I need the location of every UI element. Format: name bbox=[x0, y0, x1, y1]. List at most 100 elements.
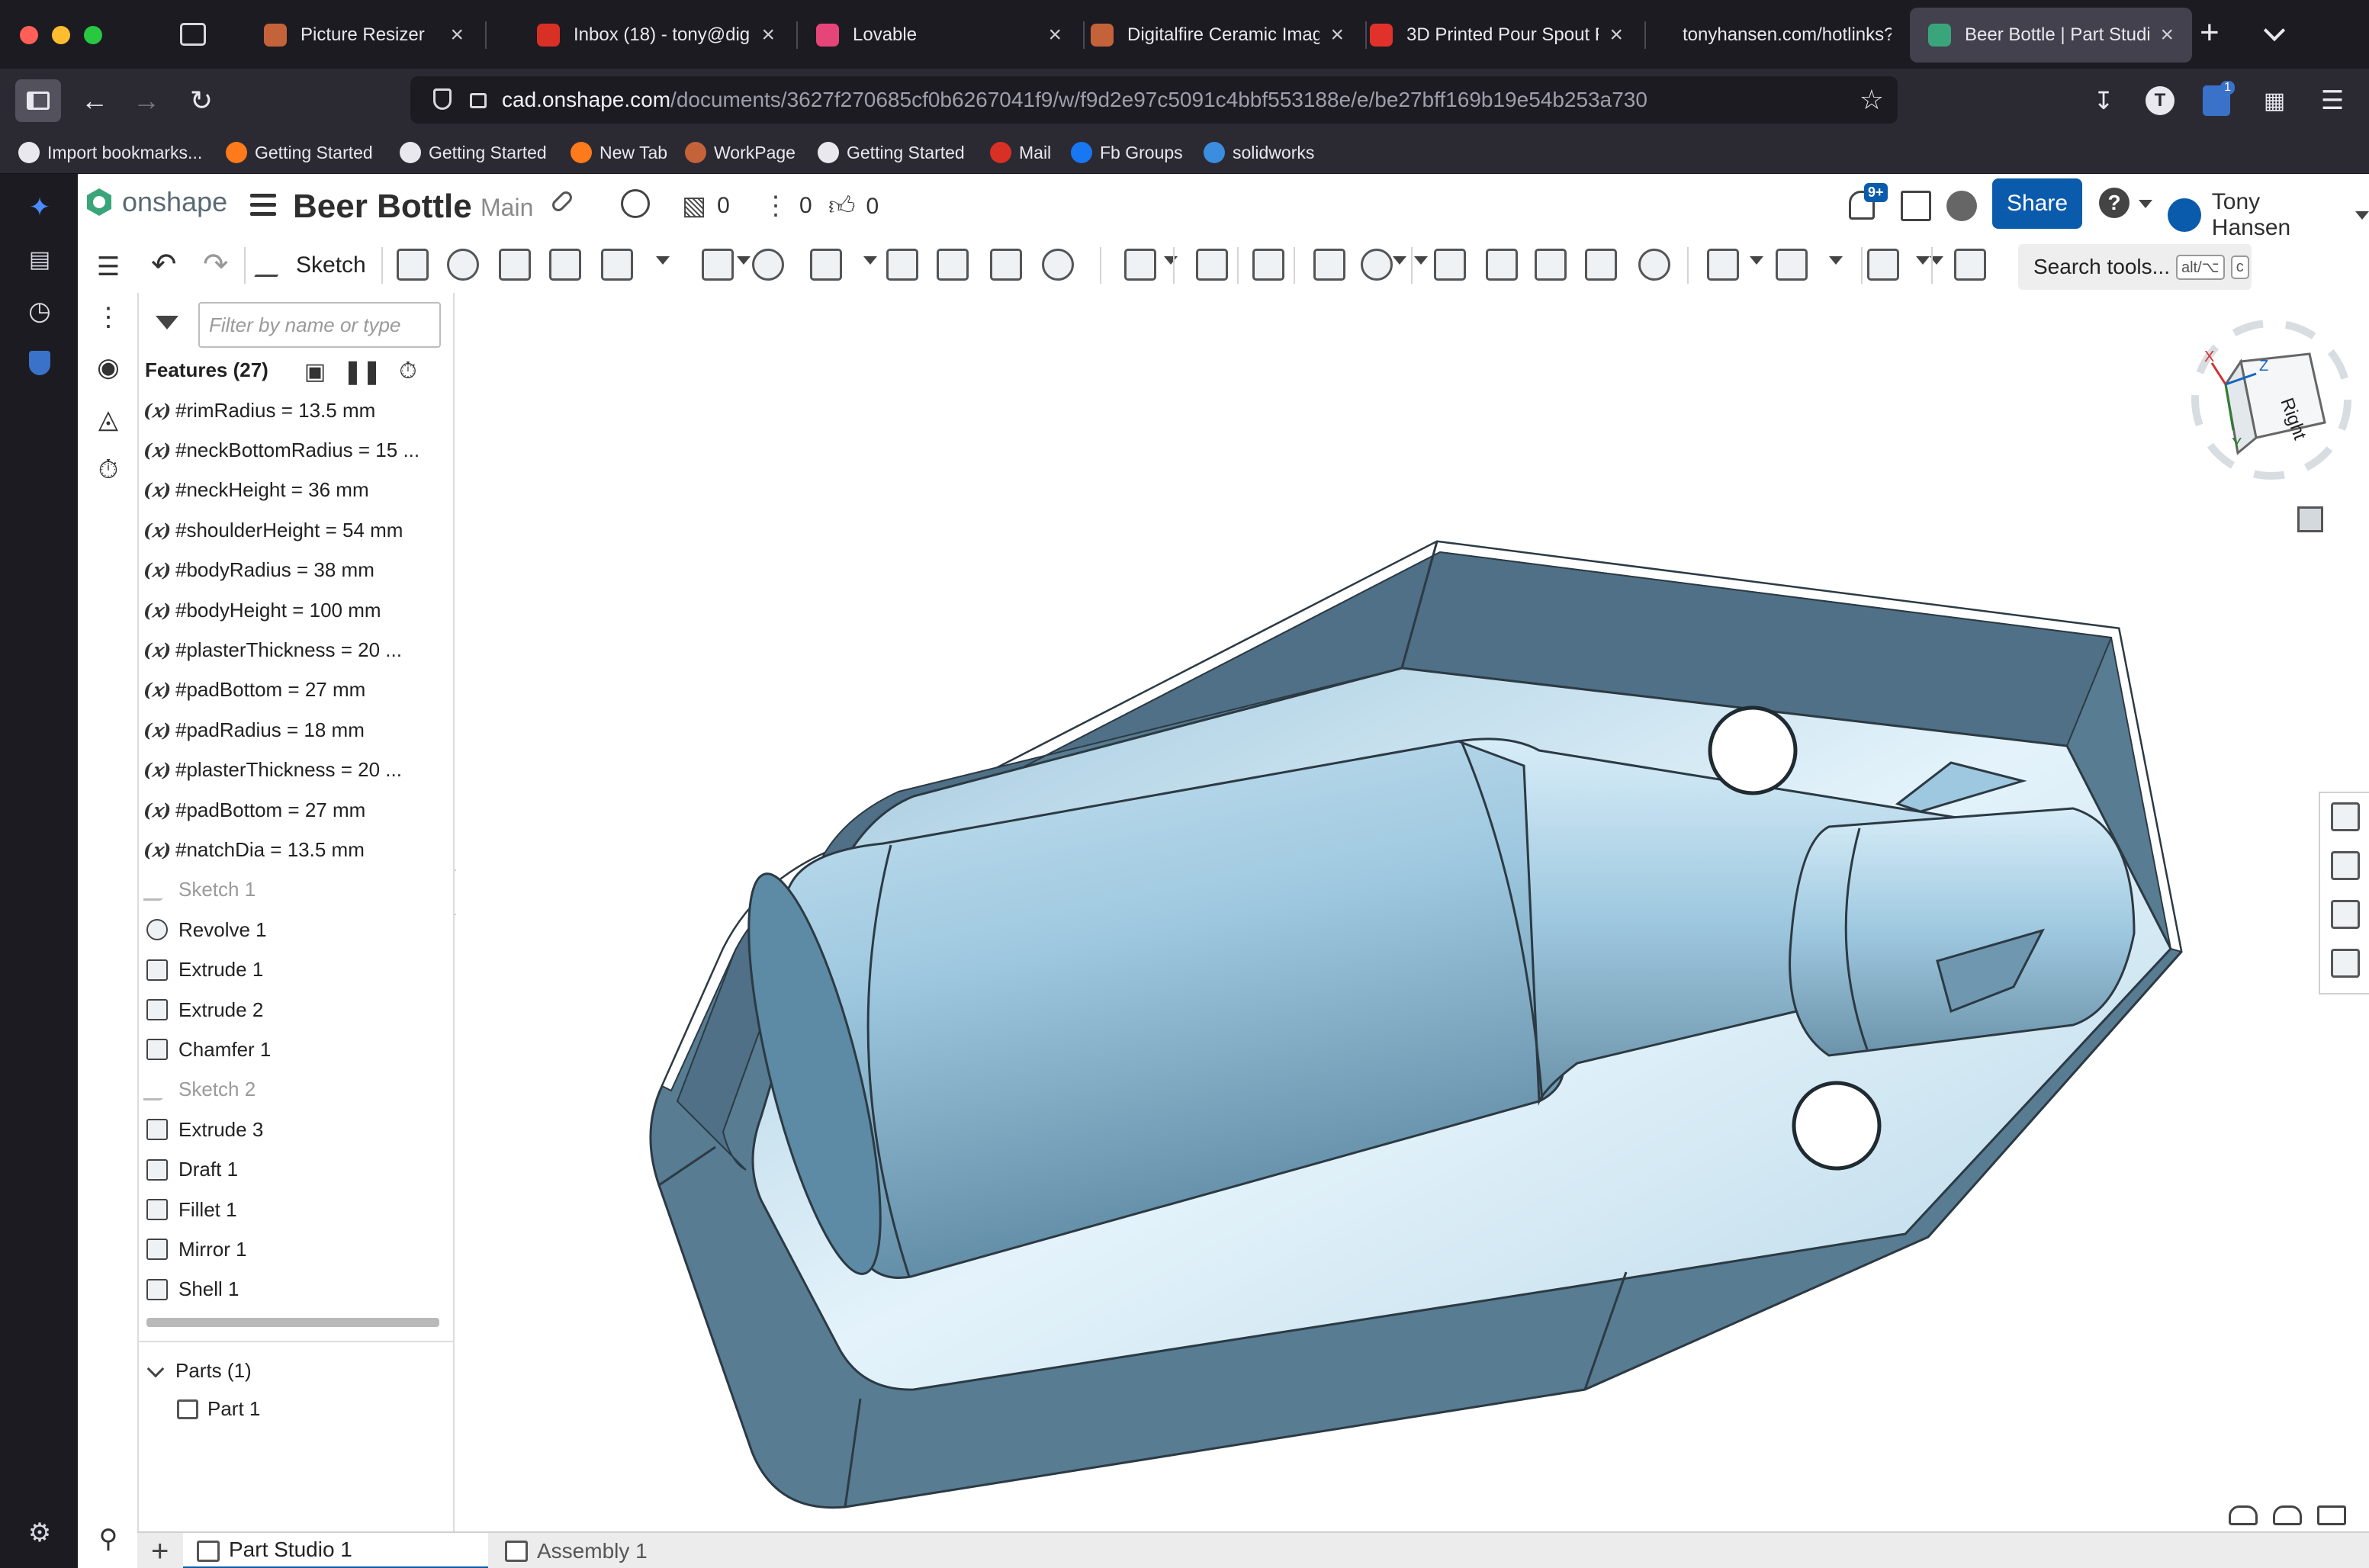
feature-tool-icon[interactable] bbox=[601, 249, 633, 281]
feature-tool-icon[interactable] bbox=[1638, 249, 1670, 281]
feature-list-item[interactable]: Fillet 1 bbox=[143, 1190, 441, 1229]
branch-name[interactable]: Main bbox=[481, 194, 533, 222]
feature-list-item[interactable]: (𝑥) #padBottom = 27 mm bbox=[143, 670, 441, 710]
tool-dropdown-chevron-icon[interactable] bbox=[1414, 256, 1428, 265]
bookmark-item[interactable]: solidworks bbox=[1204, 137, 1314, 168]
feature-list-item[interactable]: Sketch 1 bbox=[143, 870, 441, 910]
tool-dropdown-chevron-icon[interactable] bbox=[1829, 256, 1843, 265]
part-item[interactable]: Part 1 bbox=[177, 1397, 260, 1421]
feature-tool-icon[interactable] bbox=[990, 249, 1022, 281]
new-tab-button[interactable]: + bbox=[2200, 14, 2220, 52]
feature-list-item[interactable]: (𝑥) #bodyRadius = 38 mm bbox=[143, 551, 441, 590]
view-cube[interactable]: Right X Y Z bbox=[2180, 308, 2363, 491]
feature-list-scrollbar[interactable] bbox=[146, 1318, 439, 1327]
browser-tab[interactable]: 3D Printed Pour Spout F × bbox=[1352, 8, 1641, 63]
search-icon[interactable]: ⚲ bbox=[93, 1524, 124, 1554]
view-section-icon[interactable] bbox=[2229, 1505, 2258, 1525]
downloads-icon[interactable]: ↧ bbox=[2082, 79, 2125, 122]
instances-icon[interactable]: ◬ bbox=[93, 404, 124, 435]
add-folder-icon[interactable]: ▣ bbox=[302, 359, 328, 384]
feature-tool-icon[interactable] bbox=[810, 249, 842, 281]
settings-gear-icon[interactable]: ⚙ bbox=[23, 1516, 56, 1550]
feature-list-item[interactable]: Sketch 2 bbox=[143, 1070, 441, 1110]
tab-close-icon[interactable]: × bbox=[1048, 22, 1062, 48]
feature-tool-icon[interactable] bbox=[1585, 249, 1617, 281]
document-menu-icon[interactable] bbox=[250, 194, 276, 217]
onshape-logo[interactable]: onshape bbox=[84, 186, 227, 218]
branches-counter[interactable]: ⋮ 0 bbox=[763, 191, 812, 221]
feature-tool-icon[interactable] bbox=[937, 249, 969, 281]
menu-icon[interactable]: ☰ bbox=[2311, 79, 2354, 122]
3d-viewport[interactable]: Right X Y Z bbox=[456, 293, 2369, 1522]
feature-list-item[interactable]: Chamfer 1 bbox=[143, 1030, 441, 1069]
lock-icon[interactable] bbox=[470, 93, 487, 108]
list-all-tabs-icon[interactable] bbox=[2263, 19, 2286, 42]
feature-tool-icon[interactable] bbox=[447, 249, 479, 281]
ai-sparkle-icon[interactable]: ✦ bbox=[23, 191, 56, 224]
tab-close-icon[interactable]: × bbox=[761, 22, 775, 48]
feature-tool-icon[interactable] bbox=[702, 249, 734, 281]
tab-close-icon[interactable]: × bbox=[450, 22, 464, 48]
feature-list-item[interactable]: (𝑥) #rimRadius = 13.5 mm bbox=[143, 390, 441, 430]
feature-list-item[interactable]: (𝑥) #natchDia = 13.5 mm bbox=[143, 830, 441, 869]
maximize-window-button[interactable] bbox=[84, 26, 102, 44]
feature-list-item[interactable]: (𝑥) #padBottom = 27 mm bbox=[143, 790, 441, 830]
feature-list-item[interactable]: Extrude 2 bbox=[143, 990, 441, 1030]
tab-close-icon[interactable]: × bbox=[1609, 22, 1623, 48]
versions-counter[interactable]: ▧ 0 bbox=[682, 191, 730, 221]
feature-list-item[interactable]: (𝑥) #plasterThickness = 20 ... bbox=[143, 750, 441, 790]
browser-tab[interactable]: Picture Resizer × bbox=[246, 8, 482, 63]
tab-overview-icon[interactable] bbox=[180, 23, 206, 46]
bitwarden-extension-icon[interactable]: 1 bbox=[2195, 79, 2238, 122]
user-menu[interactable]: Tony Hansen bbox=[2168, 189, 2369, 241]
feature-list-item[interactable]: (𝑥) #shoulderHeight = 54 mm bbox=[143, 510, 441, 550]
feature-list-item[interactable]: Shell 1 bbox=[143, 1270, 441, 1309]
feature-list-item[interactable]: (𝑥) #neckHeight = 36 mm bbox=[143, 471, 441, 510]
undo-icon[interactable]: ↶ bbox=[151, 247, 177, 282]
document-title[interactable]: Beer Bottle bbox=[293, 188, 472, 226]
pause-icon[interactable]: ❚❚ bbox=[343, 359, 381, 384]
feature-list-item[interactable]: Draft 1 bbox=[143, 1149, 441, 1189]
feature-tool-icon[interactable] bbox=[1707, 249, 1739, 281]
feature-list-item[interactable]: (𝑥) #bodyHeight = 100 mm bbox=[143, 590, 441, 630]
help-icon[interactable]: ? bbox=[2099, 188, 2130, 218]
bookmark-item[interactable]: Getting Started bbox=[818, 137, 965, 168]
feature-list-icon[interactable]: ☰ bbox=[93, 252, 124, 282]
bookmark-item[interactable]: Fb Groups bbox=[1071, 137, 1183, 168]
learning-center-icon[interactable] bbox=[1946, 191, 1977, 221]
tool-dropdown-chevron-icon[interactable] bbox=[737, 256, 751, 265]
minimize-window-button[interactable] bbox=[52, 26, 70, 44]
feature-tool-icon[interactable] bbox=[752, 249, 784, 281]
feature-filter-input[interactable]: Filter by name or type bbox=[198, 302, 441, 348]
reload-button[interactable]: ↻ bbox=[180, 79, 223, 122]
feature-tool-icon[interactable] bbox=[1954, 249, 1986, 281]
bookmark-item[interactable]: WorkPage bbox=[685, 137, 796, 168]
help-chevron-down-icon[interactable] bbox=[2139, 200, 2152, 208]
feature-tool-icon[interactable] bbox=[1535, 249, 1567, 281]
filter-funnel-icon[interactable] bbox=[156, 316, 178, 329]
feature-list-item[interactable]: (𝑥) #neckBottomRadius = 15 ... bbox=[143, 430, 441, 470]
configuration-panel-icon[interactable] bbox=[2331, 900, 2360, 929]
profile-avatar[interactable]: T bbox=[2139, 79, 2181, 122]
redo-icon[interactable]: ↷ bbox=[203, 247, 229, 282]
parts-group[interactable]: Parts (1) bbox=[145, 1359, 252, 1383]
feature-list-item[interactable]: Mirror 1 bbox=[143, 1229, 441, 1269]
document-tab[interactable]: Assembly 1 bbox=[491, 1533, 796, 1568]
feature-tool-icon[interactable] bbox=[1361, 249, 1393, 281]
feature-list-item[interactable]: Extrude 3 bbox=[143, 1110, 441, 1149]
share-button[interactable]: Share bbox=[1992, 178, 2082, 229]
tool-dropdown-chevron-icon[interactable] bbox=[1393, 256, 1406, 265]
feature-tool-icon[interactable] bbox=[499, 249, 531, 281]
plaster-mold-model[interactable] bbox=[456, 293, 2369, 1522]
app-store-icon[interactable] bbox=[1901, 191, 1931, 221]
bookmark-item[interactable]: New Tab bbox=[571, 137, 667, 168]
view-options-icon[interactable] bbox=[2297, 506, 2323, 532]
link-icon[interactable] bbox=[549, 188, 575, 214]
likes-counter[interactable]: 👍︎ 0 bbox=[828, 191, 879, 222]
document-tab[interactable]: Part Studio 1 bbox=[183, 1533, 488, 1568]
feature-tool-icon[interactable] bbox=[1867, 249, 1899, 281]
feature-tool-icon[interactable] bbox=[1486, 249, 1518, 281]
feature-tool-icon[interactable] bbox=[1196, 249, 1228, 281]
tool-dropdown-chevron-icon[interactable] bbox=[863, 256, 877, 265]
history-icon[interactable]: ◷ bbox=[23, 294, 56, 328]
